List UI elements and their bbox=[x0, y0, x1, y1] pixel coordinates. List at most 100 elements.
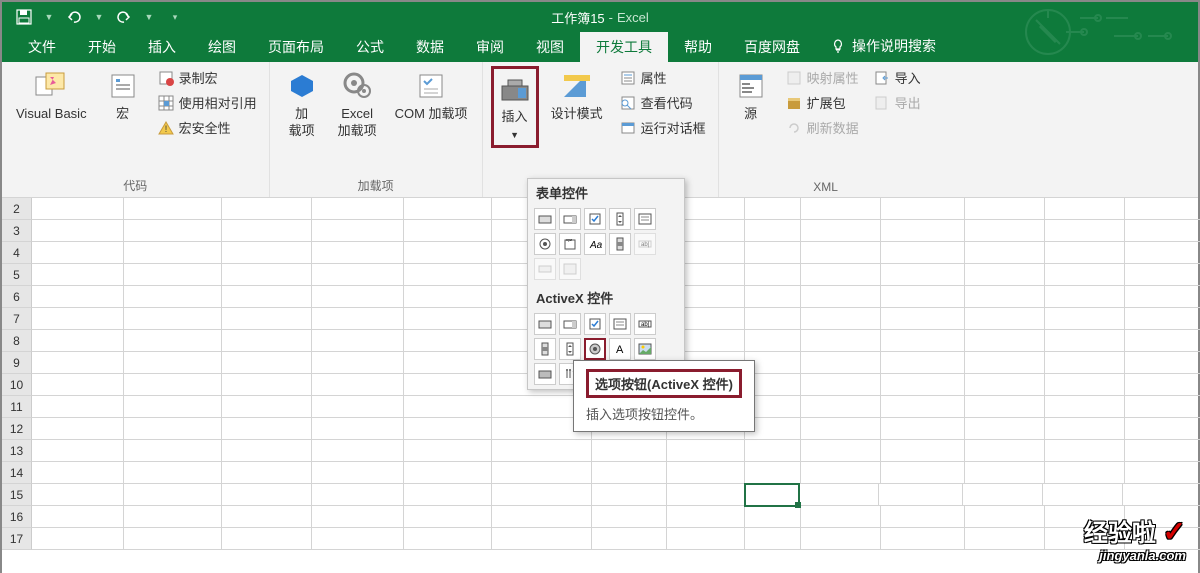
cell[interactable] bbox=[965, 418, 1045, 440]
form-combo2-icon[interactable] bbox=[534, 258, 556, 280]
cell[interactable] bbox=[881, 198, 965, 220]
redo-dropdown-icon[interactable]: ▼ bbox=[140, 12, 158, 22]
ax-checkbox-icon[interactable] bbox=[584, 313, 606, 335]
cell[interactable] bbox=[799, 484, 879, 506]
tell-me-search[interactable]: 操作说明搜索 bbox=[816, 30, 950, 62]
cell[interactable] bbox=[881, 418, 965, 440]
excel-addins-button[interactable]: Excel 加载项 bbox=[332, 66, 383, 142]
tab-review[interactable]: 审阅 bbox=[460, 32, 520, 62]
row-header[interactable]: 15 bbox=[2, 484, 32, 506]
cell[interactable] bbox=[745, 242, 801, 264]
cell[interactable] bbox=[32, 198, 124, 220]
cell[interactable] bbox=[745, 528, 801, 550]
cell[interactable] bbox=[1045, 440, 1125, 462]
cell[interactable] bbox=[881, 462, 965, 484]
cell[interactable] bbox=[801, 242, 881, 264]
cell[interactable] bbox=[32, 352, 124, 374]
cell[interactable] bbox=[222, 330, 312, 352]
cell[interactable] bbox=[1125, 242, 1200, 264]
cell[interactable] bbox=[801, 352, 881, 374]
cell[interactable] bbox=[965, 440, 1045, 462]
row-header[interactable]: 9 bbox=[2, 352, 32, 374]
form-scrollbar-icon[interactable] bbox=[609, 233, 631, 255]
ax-textbox-icon[interactable]: ab| bbox=[634, 313, 656, 335]
cell[interactable] bbox=[801, 374, 881, 396]
cell[interactable] bbox=[881, 374, 965, 396]
cell[interactable] bbox=[1125, 330, 1200, 352]
cell[interactable] bbox=[1045, 352, 1125, 374]
design-mode-button[interactable]: 设计模式 bbox=[545, 66, 609, 125]
cell[interactable] bbox=[32, 220, 124, 242]
cell[interactable] bbox=[1045, 462, 1125, 484]
cell[interactable] bbox=[1125, 220, 1200, 242]
cell[interactable] bbox=[222, 242, 312, 264]
cell[interactable] bbox=[745, 440, 801, 462]
cell[interactable] bbox=[801, 418, 881, 440]
row-header[interactable]: 12 bbox=[2, 418, 32, 440]
cell[interactable] bbox=[32, 462, 124, 484]
cell[interactable] bbox=[801, 462, 881, 484]
cell[interactable] bbox=[124, 352, 222, 374]
cell[interactable] bbox=[124, 220, 222, 242]
cell[interactable] bbox=[1125, 352, 1200, 374]
cell[interactable] bbox=[312, 286, 404, 308]
record-macro-button[interactable]: 录制宏 bbox=[153, 66, 261, 89]
cell[interactable] bbox=[124, 330, 222, 352]
cell[interactable] bbox=[32, 506, 124, 528]
row-header[interactable]: 14 bbox=[2, 462, 32, 484]
cell[interactable] bbox=[965, 528, 1045, 550]
cell[interactable] bbox=[222, 308, 312, 330]
ax-combo-icon[interactable] bbox=[559, 313, 581, 335]
cell[interactable] bbox=[745, 220, 801, 242]
row-header[interactable]: 8 bbox=[2, 330, 32, 352]
cell[interactable] bbox=[404, 440, 492, 462]
cell[interactable] bbox=[965, 264, 1045, 286]
cell[interactable] bbox=[1045, 242, 1125, 264]
cell[interactable] bbox=[881, 264, 965, 286]
tab-insert[interactable]: 插入 bbox=[132, 32, 192, 62]
cell[interactable] bbox=[124, 286, 222, 308]
cell[interactable] bbox=[312, 374, 404, 396]
redo-button[interactable] bbox=[110, 4, 138, 30]
view-code-button[interactable]: 查看代码 bbox=[615, 91, 710, 114]
cell[interactable] bbox=[492, 462, 592, 484]
macro-security-button[interactable]: ! 宏安全性 bbox=[153, 116, 261, 139]
addins-button[interactable]: 加 载项 bbox=[278, 66, 326, 142]
cell[interactable] bbox=[124, 484, 222, 506]
cell[interactable] bbox=[965, 242, 1045, 264]
cell[interactable] bbox=[965, 308, 1045, 330]
cell[interactable] bbox=[801, 198, 881, 220]
cell[interactable] bbox=[312, 308, 404, 330]
cell[interactable] bbox=[32, 528, 124, 550]
tab-view[interactable]: 视图 bbox=[520, 32, 580, 62]
tab-formulas[interactable]: 公式 bbox=[340, 32, 400, 62]
cell[interactable] bbox=[312, 242, 404, 264]
cell[interactable] bbox=[745, 308, 801, 330]
cell[interactable] bbox=[801, 528, 881, 550]
cell[interactable] bbox=[32, 484, 124, 506]
cell[interactable] bbox=[404, 352, 492, 374]
cell[interactable] bbox=[1125, 264, 1200, 286]
row-header[interactable]: 17 bbox=[2, 528, 32, 550]
cell[interactable] bbox=[1123, 484, 1200, 506]
cell[interactable] bbox=[667, 484, 745, 506]
cell[interactable] bbox=[404, 220, 492, 242]
ax-label-icon[interactable]: A bbox=[609, 338, 631, 360]
cell[interactable] bbox=[881, 220, 965, 242]
cell[interactable] bbox=[1045, 330, 1125, 352]
cell[interactable] bbox=[1125, 374, 1200, 396]
cell[interactable] bbox=[745, 264, 801, 286]
form-option-icon[interactable] bbox=[534, 233, 556, 255]
cell[interactable] bbox=[881, 506, 965, 528]
cell[interactable] bbox=[312, 396, 404, 418]
cell[interactable] bbox=[592, 528, 667, 550]
cell[interactable] bbox=[404, 396, 492, 418]
cell[interactable] bbox=[124, 418, 222, 440]
cell[interactable] bbox=[124, 396, 222, 418]
xml-source-button[interactable]: 源 bbox=[727, 66, 775, 125]
cell[interactable] bbox=[312, 462, 404, 484]
run-dialog-button[interactable]: 运行对话框 bbox=[615, 116, 710, 139]
properties-button[interactable]: 属性 bbox=[615, 66, 710, 89]
cell[interactable] bbox=[965, 506, 1045, 528]
row-header[interactable]: 4 bbox=[2, 242, 32, 264]
